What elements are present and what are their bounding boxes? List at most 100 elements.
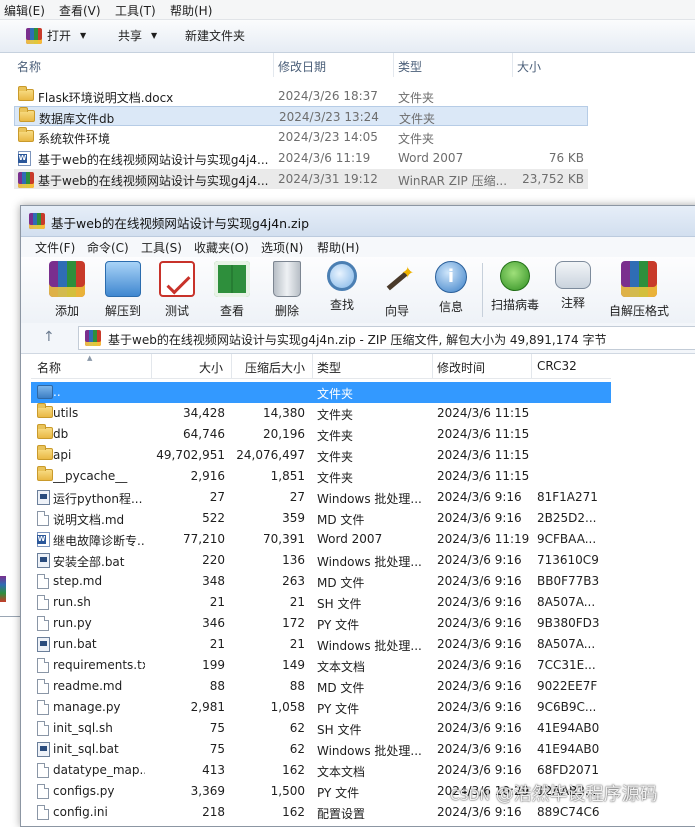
test-button[interactable]: 测试: [149, 261, 205, 319]
table-row[interactable]: 说明文档.md 522 359 MD 文件 2024/3/6 9:16 2B25D2...: [31, 508, 611, 529]
explorer-toolbar: 打开 ▼ 共享 ▼ 新建文件夹: [0, 20, 695, 53]
winrar-titlebar[interactable]: 基于web的在线视频网站设计与实现g4j4n.zip: [21, 206, 695, 237]
menu-edit[interactable]: 编辑(E): [4, 2, 45, 19]
table-row[interactable]: manage.py 2,981 1,058 PY 文件 2024/3/6 9:16 9C6…: [31, 697, 611, 718]
column-divider[interactable]: [393, 53, 394, 77]
cell-type: 文件夹: [317, 408, 354, 422]
menu-view[interactable]: 查看(V): [59, 2, 101, 19]
cell-modified: 2024/3/6 9:16: [437, 553, 522, 567]
find-magnifier-icon: [327, 261, 357, 291]
add-button[interactable]: 添加: [39, 261, 95, 319]
list-item[interactable]: 系统软件环境 2024/3/23 14:05 文件夹: [14, 127, 588, 147]
column-name[interactable]: 名称: [37, 359, 61, 376]
cell-type: Windows 批处理...: [317, 492, 422, 506]
cell-packed: 24,076,497: [236, 448, 305, 462]
list-item[interactable]: 基于web的在线视频网站设计与实现g4j4... 2024/3/31 19:12…: [14, 169, 588, 189]
table-row[interactable]: 继电故障诊断专... 77,210 70,391 Word 2007 2024/3/6 …: [31, 529, 611, 550]
sfx-button[interactable]: 自解压格式: [608, 261, 670, 319]
list-item[interactable]: 数据库文件db 2024/3/23 13:24 文件夹: [14, 106, 588, 126]
path-field[interactable]: 基于web的在线视频网站设计与实现g4j4n.zip - ZIP 压缩文件, 解…: [78, 326, 695, 350]
menu-commands[interactable]: 命令(C): [87, 239, 129, 256]
open-button[interactable]: 打开 ▼: [26, 27, 86, 44]
table-row[interactable]: run.bat 21 21 Windows 批处理... 2024/3/6 9:16 8A…: [31, 634, 611, 655]
table-row[interactable]: .. 文件夹: [31, 382, 611, 403]
cell-crc: 9CFBAA...: [537, 532, 597, 546]
info-icon: i: [435, 261, 467, 293]
up-arrow-icon[interactable]: ↑: [43, 329, 55, 345]
menu-favorites[interactable]: 收藏夹(O): [194, 239, 249, 256]
cell-crc: 41E94AB0: [537, 742, 600, 756]
table-row[interactable]: api 49,702,951 24,076,497 文件夹 2024/3/6 11:15: [31, 445, 611, 466]
menu-file[interactable]: 文件(F): [35, 239, 75, 256]
cell-crc: 9022EE7F: [537, 679, 598, 693]
cell-modified: 2024/3/6 9:16: [437, 574, 522, 588]
winrar-icon: [85, 330, 101, 346]
cell-name: api: [53, 448, 72, 462]
column-divider[interactable]: [512, 53, 513, 77]
info-button[interactable]: i 信息: [423, 261, 479, 315]
add-button-label: 添加: [54, 304, 79, 318]
delete-button[interactable]: 删除: [259, 261, 315, 319]
menu-options[interactable]: 选项(N): [261, 239, 303, 256]
folder-icon: [18, 86, 34, 101]
table-row[interactable]: run.py 346 172 PY 文件 2024/3/6 9:16 9B380FD3: [31, 613, 611, 634]
menu-help[interactable]: 帮助(H): [170, 2, 212, 19]
menu-tools[interactable]: 工具(T): [115, 2, 156, 19]
menu-help[interactable]: 帮助(H): [317, 239, 359, 256]
file-icon: [37, 784, 49, 799]
column-divider[interactable]: [231, 354, 232, 378]
column-modified[interactable]: 修改时间: [437, 359, 485, 376]
comment-button-label: 注释: [560, 296, 585, 310]
table-row[interactable]: step.md 348 263 MD 文件 2024/3/6 9:16 BB0F77B3: [31, 571, 611, 592]
table-row[interactable]: db 64,746 20,196 文件夹 2024/3/6 11:15: [31, 424, 611, 445]
new-folder-button[interactable]: 新建文件夹: [185, 27, 245, 44]
file-date: 2024/3/23 13:24: [279, 110, 379, 124]
column-crc[interactable]: CRC32: [537, 359, 577, 373]
table-row[interactable]: 运行python程... 27 27 Windows 批处理... 2024/3/6 9…: [31, 487, 611, 508]
toolbar-separator: [482, 263, 483, 317]
extract-to-button[interactable]: 解压到: [95, 261, 151, 319]
find-button[interactable]: 查找: [314, 261, 370, 313]
column-size[interactable]: 大小: [199, 359, 223, 376]
table-row[interactable]: 安装全部.bat 220 136 Windows 批处理... 2024/3/6 9:1…: [31, 550, 611, 571]
virus-scan-button[interactable]: 扫描病毒: [487, 261, 543, 313]
cell-crc: 2B25D2...: [537, 511, 597, 525]
table-row[interactable]: init_sql.sh 75 62 SH 文件 2024/3/6 9:16 41E94AB…: [31, 718, 611, 739]
column-divider[interactable]: [151, 354, 152, 378]
column-type[interactable]: 类型: [317, 359, 341, 376]
column-divider[interactable]: [273, 53, 274, 77]
column-divider[interactable]: [312, 354, 313, 378]
column-size[interactable]: 大小: [517, 58, 541, 75]
cell-crc: 7CC31E...: [537, 658, 596, 672]
column-date[interactable]: 修改日期: [278, 58, 326, 75]
cell-name: run.sh: [53, 595, 91, 609]
comment-button[interactable]: 注释: [545, 261, 601, 311]
table-row[interactable]: init_sql.bat 75 62 Windows 批处理... 2024/3/6 9…: [31, 739, 611, 760]
list-item[interactable]: 基于web的在线视频网站设计与实现g4j4... 2024/3/6 11:19 …: [14, 148, 588, 168]
column-packed[interactable]: 压缩后大小: [245, 359, 305, 376]
cell-packed: 27: [289, 490, 305, 504]
view-button[interactable]: 查看: [204, 261, 260, 319]
list-item[interactable]: Flask环境说明文档.docx 2024/3/26 18:37 文件夹: [14, 86, 588, 106]
table-row[interactable]: requirements.txt 199 149 文本文档 2024/3/6 9:16 7…: [31, 655, 611, 676]
file-icon: [37, 511, 49, 526]
column-divider[interactable]: [432, 354, 433, 378]
cell-name: run.bat: [53, 637, 97, 651]
table-row[interactable]: run.sh 21 21 SH 文件 2024/3/6 9:16 8A507A...: [31, 592, 611, 613]
cell-modified: 2024/3/6 11:19: [437, 532, 529, 546]
table-row[interactable]: utils 34,428 14,380 文件夹 2024/3/6 11:15: [31, 403, 611, 424]
cell-packed: 21: [289, 637, 305, 651]
wizard-button[interactable]: ✦ 向导: [369, 261, 425, 319]
table-row[interactable]: __pycache__ 2,916 1,851 文件夹 2024/3/6 11:15: [31, 466, 611, 487]
column-divider[interactable]: [531, 354, 532, 378]
file-date: 2024/3/26 18:37: [278, 89, 378, 103]
table-row[interactable]: datatype_map... 413 162 文本文档 2024/3/6 9:16 68…: [31, 760, 611, 781]
column-type[interactable]: 类型: [398, 58, 422, 75]
cell-crc: 81F1A271: [537, 490, 598, 504]
share-button[interactable]: 共享 ▼: [118, 27, 157, 44]
extract-to-button-label: 解压到: [104, 304, 141, 318]
table-row[interactable]: readme.md 88 88 MD 文件 2024/3/6 9:16 9022EE7F: [31, 676, 611, 697]
menu-tools[interactable]: 工具(S): [141, 239, 182, 256]
cell-modified: 2024/3/6 9:16: [437, 742, 522, 756]
column-name[interactable]: 名称: [17, 58, 41, 75]
